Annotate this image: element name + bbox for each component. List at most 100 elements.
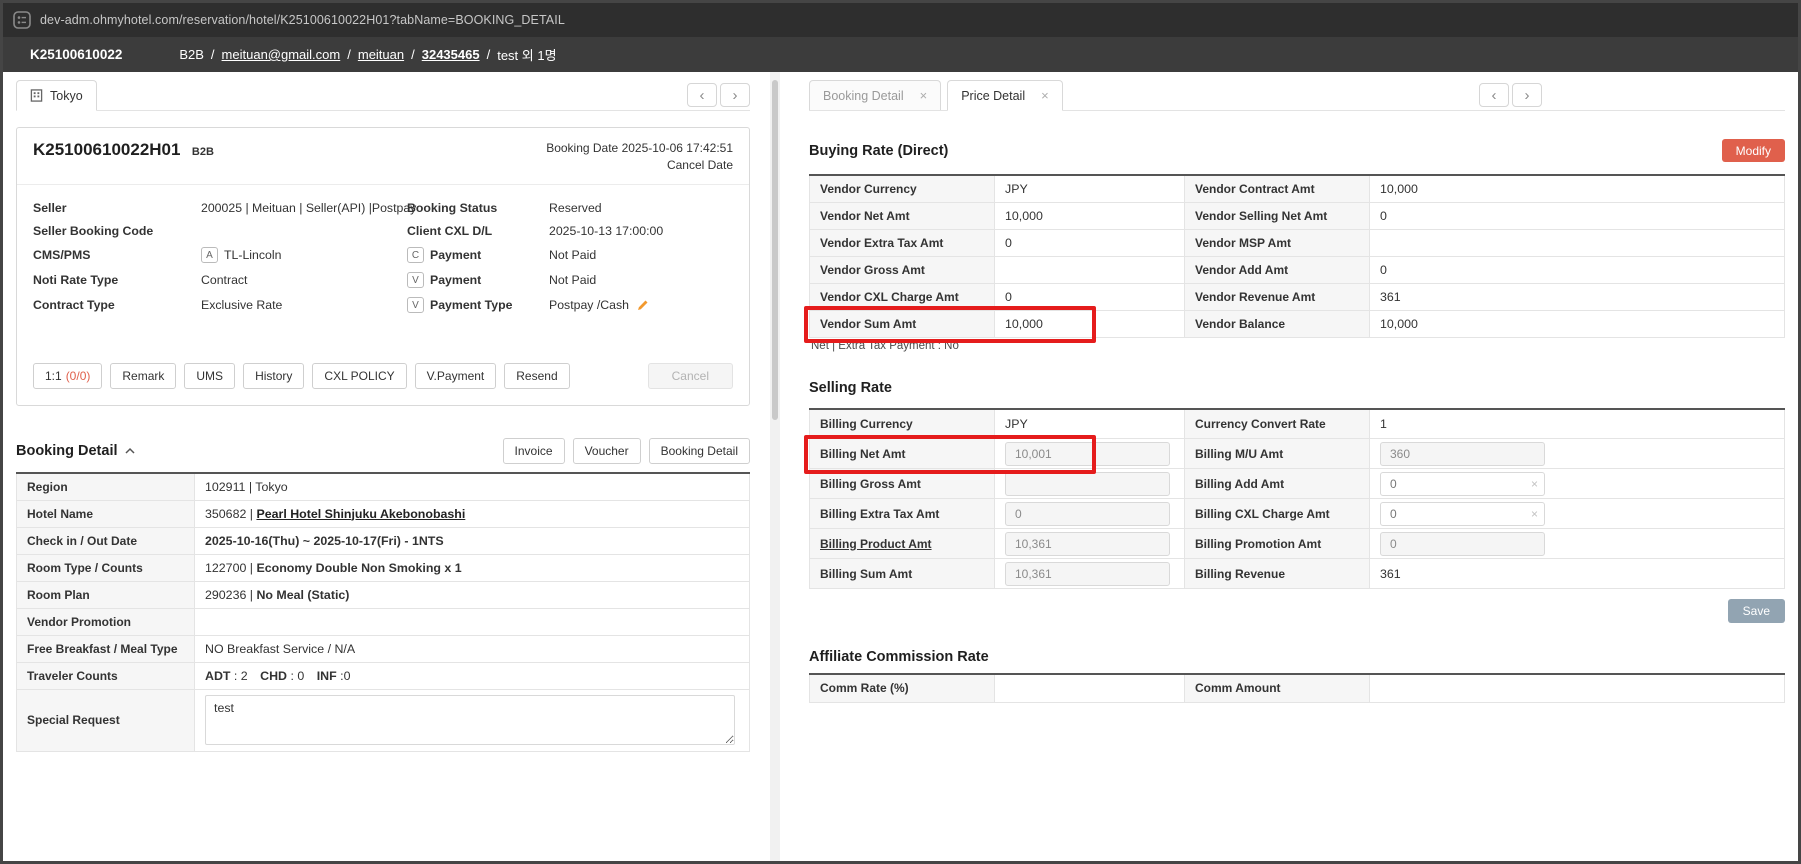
clear-input-icon[interactable]: × <box>1531 507 1538 521</box>
vendor-payment-type-badge: V <box>407 297 424 313</box>
prev-button[interactable]: ‹ <box>687 83 717 107</box>
billing-gross-amt-input[interactable] <box>1005 472 1170 496</box>
billing-promotion-amt-input[interactable] <box>1380 532 1545 556</box>
buying-rate-title: Buying Rate (Direct) <box>809 143 948 159</box>
booking-detail-title[interactable]: Booking Detail <box>16 443 135 459</box>
table-row: Billing Net Amt Billing M/U Amt <box>810 439 1785 469</box>
tab-price-detail[interactable]: Price Detail × <box>947 80 1063 111</box>
save-button[interactable]: Save <box>1728 599 1785 623</box>
label-cell: Vendor MSP Amt <box>1185 229 1370 256</box>
cms-badge: A <box>201 247 218 263</box>
modify-button[interactable]: Modify <box>1722 139 1785 162</box>
affiliate-table: Comm Rate (%) Comm Amount <box>809 673 1785 703</box>
table-row: Special Request test <box>17 689 750 751</box>
table-row: Billing Currency JPY Currency Convert Ra… <box>810 409 1785 439</box>
table-row: Comm Rate (%) Comm Amount <box>810 674 1785 702</box>
cms-value: TL-Lincoln <box>224 248 281 262</box>
value-cell: 122700 | Economy Double Non Smoking x 1 <box>195 554 750 581</box>
inf-label: INF <box>317 669 337 683</box>
value-cell <box>995 674 1185 702</box>
billing-extra-tax-amt-input[interactable] <box>1005 502 1170 526</box>
value-cell: × <box>1370 499 1785 529</box>
field-value: 200025 | Meituan | Seller(API) |Postpay <box>201 201 407 215</box>
hotel-name-link[interactable]: Pearl Hotel Shinjuku Akebonobashi <box>256 507 465 521</box>
prev-button[interactable]: ‹ <box>1479 83 1509 107</box>
field-value: Not Paid <box>549 273 733 287</box>
edit-icon[interactable] <box>636 299 649 312</box>
billing-cxl-charge-amt-input[interactable] <box>1380 502 1545 526</box>
tab-label: Tokyo <box>50 89 83 103</box>
resend-button[interactable]: Resend <box>504 363 569 389</box>
special-request-textarea[interactable]: test <box>205 695 735 745</box>
booking-detail-button[interactable]: Booking Detail <box>649 438 750 464</box>
site-icon[interactable] <box>13 11 31 29</box>
history-button[interactable]: History <box>243 363 304 389</box>
value-cell: ADT : 2 CHD : 0 INF :0 <box>195 662 750 689</box>
vendor-sum-amt-label: Vendor Sum Amt <box>810 310 995 337</box>
value-cell: 0 <box>1370 256 1785 283</box>
field-value: Not Paid <box>549 248 733 262</box>
cxl-policy-button[interactable]: CXL POLICY <box>312 363 406 389</box>
billing-sum-amt-input[interactable] <box>1005 562 1170 586</box>
tab-tokyo[interactable]: Tokyo <box>16 80 97 111</box>
chevron-left-icon: ‹ <box>1492 88 1497 103</box>
label-cell: Billing Revenue <box>1185 559 1370 589</box>
next-button[interactable]: › <box>720 83 750 107</box>
seller-email-link[interactable]: meituan@gmail.com <box>222 47 341 62</box>
close-icon[interactable]: × <box>920 88 928 103</box>
value-cell: 0 <box>995 283 1185 310</box>
booking-summary-card: K25100610022H01 B2B Booking Date 2025-10… <box>16 127 750 406</box>
v-payment-button[interactable]: V.Payment <box>415 363 497 389</box>
field-label: Noti Rate Type <box>33 273 201 287</box>
table-row: Hotel Name 350682 | Pearl Hotel Shinjuku… <box>17 500 750 527</box>
cancel-button[interactable]: Cancel <box>648 363 733 389</box>
left-tab-bar: Tokyo ‹ › <box>16 80 750 111</box>
scrollbar[interactable] <box>770 72 780 861</box>
value-cell <box>1370 229 1785 256</box>
separator: / <box>211 47 215 62</box>
value-cell: 350682 | Pearl Hotel Shinjuku Akebonobas… <box>195 500 750 527</box>
separator: / <box>487 47 491 62</box>
card-header: K25100610022H01 B2B Booking Date 2025-10… <box>17 128 749 185</box>
tab-booking-detail[interactable]: Booking Detail × <box>809 80 941 110</box>
billing-add-amt-input[interactable] <box>1380 472 1545 496</box>
label-cell: Vendor Selling Net Amt <box>1185 202 1370 229</box>
billing-product-amt-link[interactable]: Billing Product Amt <box>820 537 932 551</box>
close-icon[interactable]: × <box>1041 88 1049 103</box>
field-label: C Payment <box>407 247 549 263</box>
billing-product-amt-input[interactable] <box>1005 532 1170 556</box>
remark-button[interactable]: Remark <box>110 363 176 389</box>
table-row: Room Type / Counts 122700 | Economy Doub… <box>17 554 750 581</box>
value-cell: JPY <box>995 175 1185 202</box>
seller-name-link[interactable]: meituan <box>358 47 404 62</box>
value-cell: 10,000 <box>1370 310 1785 337</box>
label-cell: Free Breakfast / Meal Type <box>17 635 195 662</box>
label-cell: Billing Currency <box>810 409 995 439</box>
table-row: Billing Gross Amt Billing Add Amt × <box>810 469 1785 499</box>
address-bar[interactable]: dev-adm.ohmyhotel.com/reservation/hotel/… <box>40 13 565 27</box>
right-tab-bar: Booking Detail × Price Detail × ‹ › <box>809 80 1785 111</box>
billing-net-amt-input[interactable] <box>1005 442 1170 466</box>
collapse-icon <box>125 447 135 455</box>
label-cell: Vendor Net Amt <box>810 202 995 229</box>
value-cell <box>1370 674 1785 702</box>
value-cell <box>995 499 1185 529</box>
invoice-button[interactable]: Invoice <box>503 438 565 464</box>
vendor-payment-badge: V <box>407 272 424 288</box>
one-to-one-button[interactable]: 1:1(0/0) <box>33 363 102 389</box>
booking-date: Booking Date 2025-10-06 17:42:51 <box>546 140 733 157</box>
clear-input-icon[interactable]: × <box>1531 477 1538 491</box>
ums-button[interactable]: UMS <box>184 363 235 389</box>
value-cell: 361 <box>1370 283 1785 310</box>
booking-detail-table: Region 102911 | Tokyo Hotel Name 350682 … <box>16 472 750 752</box>
seller-code-link[interactable]: 32435465 <box>422 47 480 62</box>
label-cell: Billing Extra Tax Amt <box>810 499 995 529</box>
scrollbar-thumb[interactable] <box>772 80 778 420</box>
inf-value: :0 <box>340 669 350 683</box>
billing-mu-amt-input[interactable] <box>1380 442 1545 466</box>
hotel-code: 350682 | <box>205 507 253 521</box>
next-button[interactable]: › <box>1512 83 1542 107</box>
value-cell: 2025-10-16(Thu) ~ 2025-10-17(Fri) - 1NTS <box>195 527 750 554</box>
field-value: Contract <box>201 273 407 287</box>
voucher-button[interactable]: Voucher <box>573 438 641 464</box>
